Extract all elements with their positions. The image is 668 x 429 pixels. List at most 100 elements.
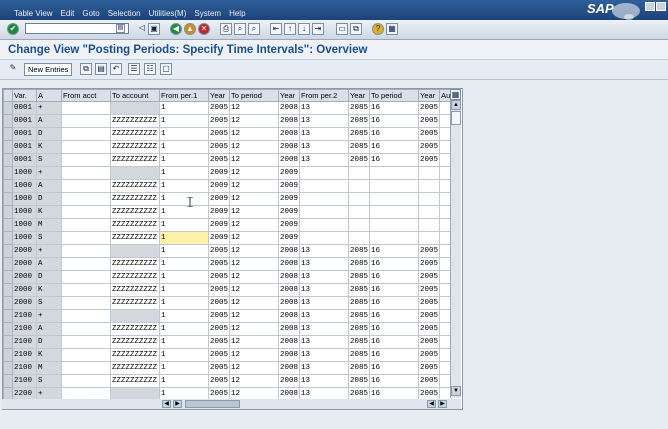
table-cell[interactable]: 2085 [348,101,371,115]
table-cell[interactable]: 12 [229,153,280,167]
table-cell[interactable] [299,179,350,193]
table-cell[interactable]: 2005 [418,348,441,362]
new-entries-button[interactable]: New Entries [24,63,73,76]
scroll-left-icon[interactable]: ◀ [162,400,171,408]
table-cell[interactable]: 2005 [418,270,441,284]
table-cell[interactable] [61,348,111,362]
previous-page-icon[interactable]: ↑ [284,23,296,35]
help-icon[interactable]: ? [372,23,384,35]
table-cell[interactable]: 12 [229,166,280,180]
column-header[interactable]: To period [369,89,420,102]
table-cell[interactable]: 1 [159,283,209,297]
table-cell[interactable]: 13 [299,296,350,310]
table-cell[interactable]: 2005 [207,361,231,375]
table-cell[interactable]: 16 [369,114,420,128]
table-cell[interactable]: 2005 [207,296,231,310]
table-cell[interactable]: 2005 [418,114,441,128]
table-cell[interactable] [299,218,350,232]
table-cell[interactable]: 2085 [348,270,371,284]
table-cell[interactable]: 2009 [207,179,231,193]
table-cell[interactable] [61,205,111,219]
deselect-all-icon[interactable]: ▢ [160,63,172,75]
find-icon[interactable]: ⌕ [234,23,246,35]
table-cell[interactable] [299,205,350,219]
delete-icon[interactable]: ▤ [95,63,107,75]
table-cell[interactable]: 16 [369,309,420,323]
table-cell[interactable] [61,361,111,375]
table-cell[interactable]: 1 [159,231,209,245]
table-cell[interactable] [418,218,441,232]
table-cell[interactable]: ZZZZZZZZZZ [110,270,160,284]
table-cell[interactable]: 16 [369,270,420,284]
table-cell[interactable] [110,309,160,323]
row-selector[interactable] [3,101,13,115]
table-cell[interactable]: 12 [229,296,280,310]
column-header[interactable]: Year [207,89,231,102]
table-cell[interactable]: 2005 [418,283,441,297]
table-cell[interactable]: 12 [229,374,280,388]
table-cell[interactable]: 2009 [278,192,301,206]
table-cell[interactable]: 16 [369,140,420,154]
row-selector[interactable] [3,322,13,336]
new-session-icon[interactable]: ▭ [336,23,348,35]
table-cell[interactable]: 12 [229,205,280,219]
table-cell[interactable]: ZZZZZZZZZZ [110,205,160,219]
table-cell[interactable]: 2005 [207,257,231,271]
display-change-icon[interactable]: ✎ [7,63,19,75]
table-cell[interactable]: 1 [159,166,209,180]
table-cell[interactable]: 16 [369,283,420,297]
table-cell[interactable]: 2005 [207,335,231,349]
table-cell[interactable]: 2009 [207,192,231,206]
table-cell[interactable]: 2008 [278,374,301,388]
table-cell[interactable] [418,166,441,180]
table-cell[interactable]: 1 [159,322,209,336]
column-header[interactable]: From per.1 [159,89,209,102]
table-cell[interactable]: 13 [299,140,350,154]
table-cell[interactable]: 1 [159,257,209,271]
table-cell[interactable]: ZZZZZZZZZZ [110,348,160,362]
table-cell[interactable]: 12 [229,218,280,232]
table-cell[interactable]: 16 [369,101,420,115]
table-cell[interactable]: 12 [229,140,280,154]
table-cell[interactable]: 2008 [278,309,301,323]
row-selector[interactable] [3,166,13,180]
menu-goto[interactable]: Goto [82,9,99,18]
table-cell[interactable]: 16 [369,296,420,310]
table-cell[interactable] [61,153,111,167]
layout-menu-icon[interactable]: ▦ [386,23,398,35]
table-cell[interactable]: 16 [369,257,420,271]
table-cell[interactable]: 2008 [278,335,301,349]
table-cell[interactable]: 2005 [418,101,441,115]
table-cell[interactable]: 1 [159,335,209,349]
table-cell[interactable]: 12 [229,257,280,271]
table-cell[interactable]: 2005 [207,127,231,141]
table-cell[interactable] [348,166,371,180]
table-cell[interactable]: 13 [299,153,350,167]
table-cell[interactable]: 1 [159,374,209,388]
column-header[interactable]: Year [278,89,301,102]
table-cell[interactable]: 16 [369,374,420,388]
table-cell[interactable] [369,166,420,180]
table-cell[interactable]: 12 [229,192,280,206]
table-cell[interactable]: 1 [159,114,209,128]
exit-icon[interactable]: ▲ [184,23,196,35]
table-cell[interactable]: 2008 [278,257,301,271]
row-selector[interactable] [3,348,13,362]
table-cell[interactable]: 2008 [278,127,301,141]
table-cell[interactable]: ZZZZZZZZZZ [110,192,160,206]
table-cell[interactable] [110,101,160,115]
table-cell[interactable] [61,270,111,284]
table-cell[interactable]: ZZZZZZZZZZ [110,374,160,388]
table-cell[interactable]: ZZZZZZZZZZ [110,335,160,349]
table-cell[interactable]: 16 [369,153,420,167]
table-cell[interactable]: 1 [159,244,209,258]
column-header[interactable]: Year [418,89,441,102]
table-cell[interactable] [61,231,111,245]
table-cell[interactable]: 2005 [418,257,441,271]
back-icon[interactable]: ◀ [170,23,182,35]
table-cell[interactable]: 2005 [418,322,441,336]
row-selector[interactable] [3,153,13,167]
table-cell[interactable]: 1 [159,361,209,375]
table-cell[interactable] [369,218,420,232]
table-cell[interactable]: 13 [299,270,350,284]
